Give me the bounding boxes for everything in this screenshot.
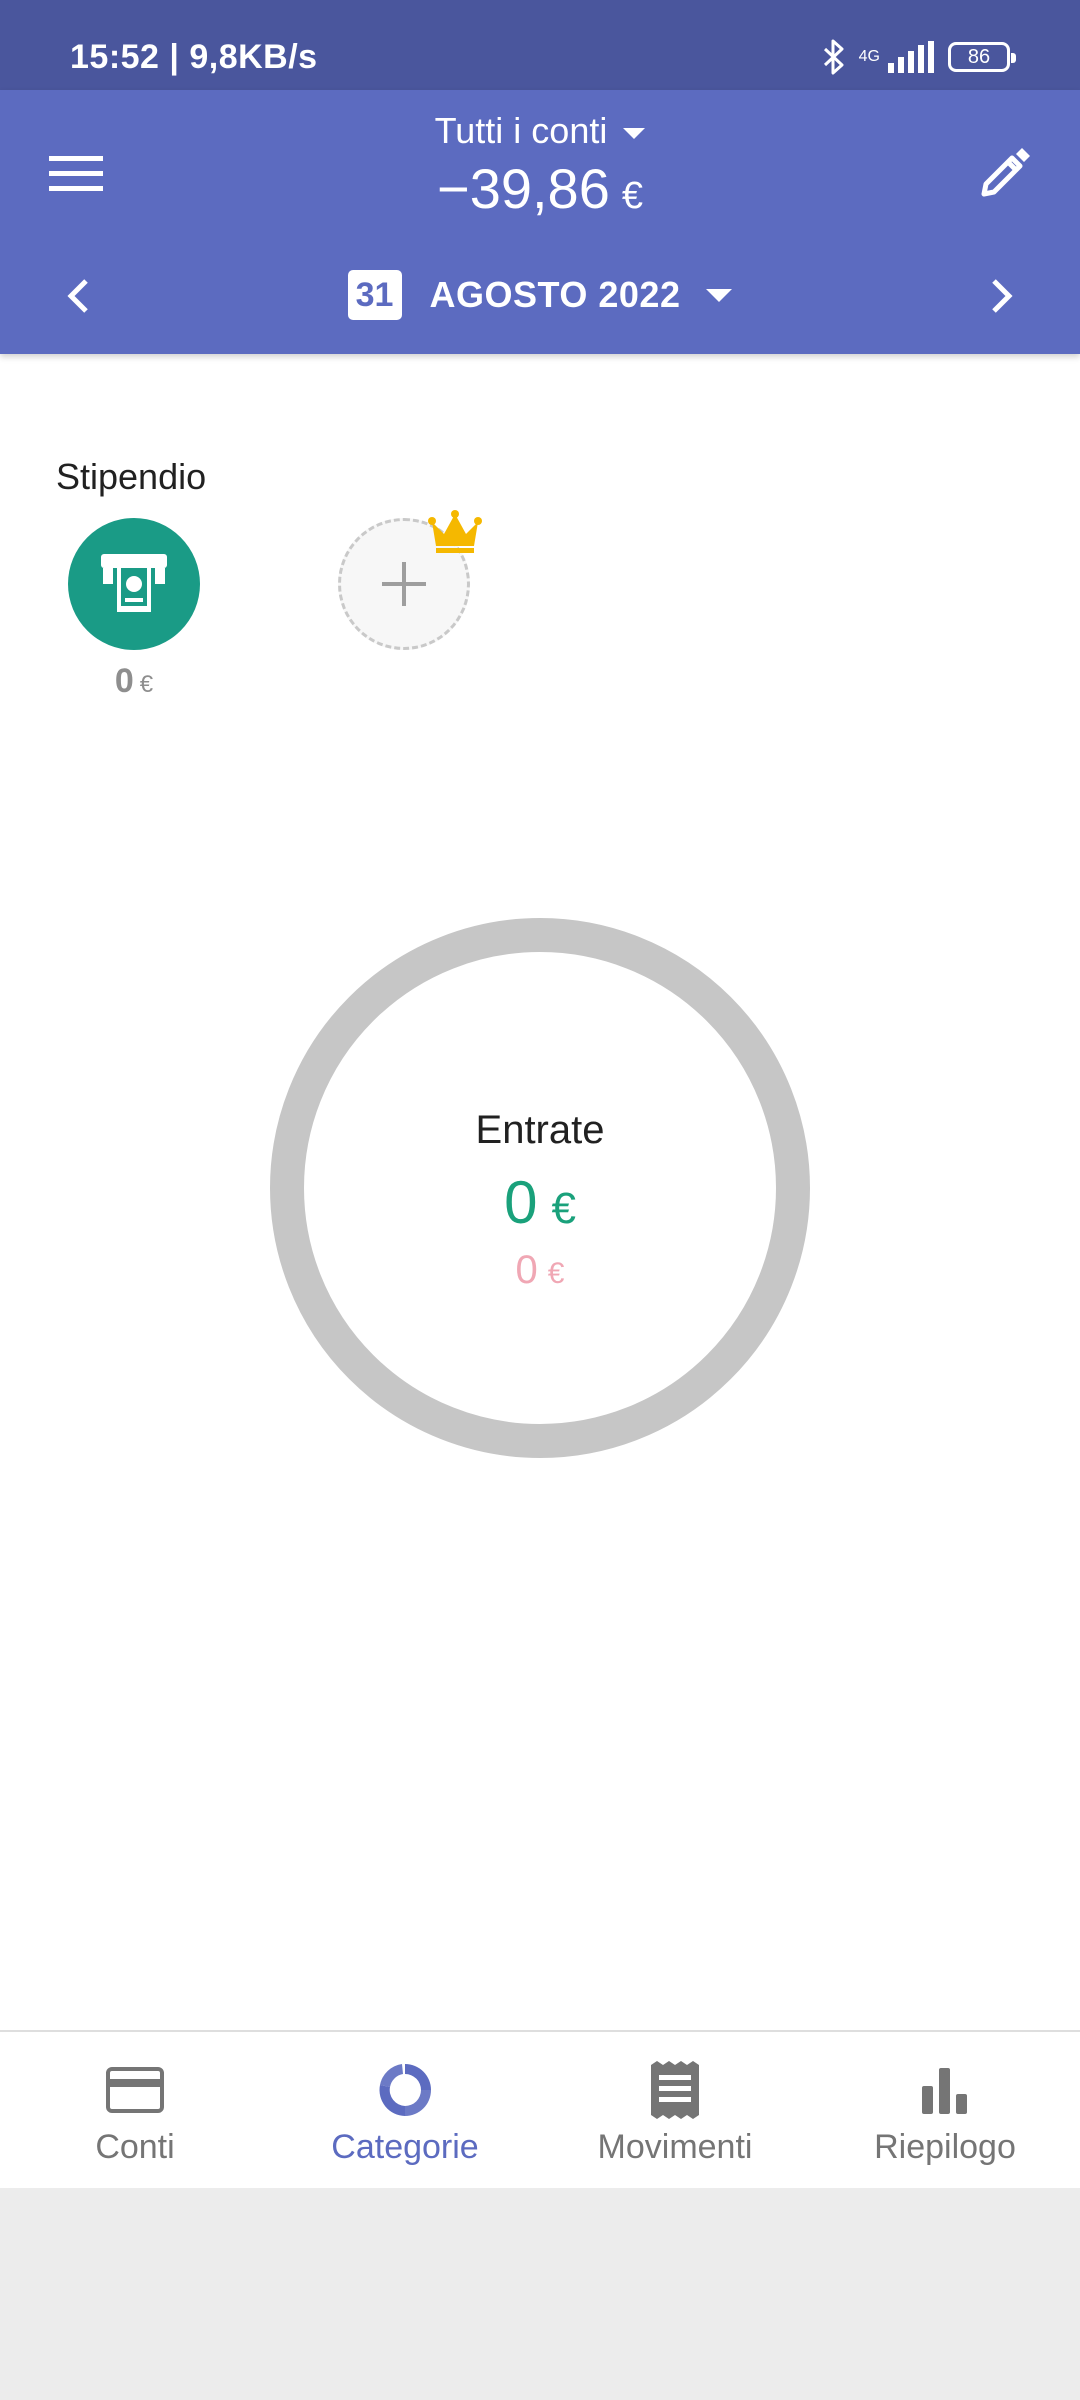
tab-conti-label: Conti [95, 2128, 175, 2166]
battery-icon: 86 [948, 42, 1016, 72]
tab-movimenti[interactable]: Movimenti [540, 2032, 810, 2188]
battery-level: 86 [967, 45, 991, 68]
balance-value: −39,86 [437, 157, 610, 220]
summary-title: Entrate [475, 1108, 605, 1152]
account-selector-label: Tutti i conti [434, 110, 608, 151]
status-time: 15:52 | 9,8KB/s [70, 38, 318, 76]
summary-secondary-number: 0 [515, 1248, 538, 1292]
credit-card-icon [106, 2067, 164, 2113]
summary-secondary-currency: € [547, 1257, 565, 1290]
tab-categorie[interactable]: Categorie [270, 2032, 540, 2188]
category-amount-value: 0 [114, 662, 134, 700]
total-balance: −39,86 € [0, 156, 1080, 221]
account-selector[interactable]: Tutti i conti [0, 110, 1080, 152]
signal-icon [888, 41, 934, 73]
calendar-day: 31 [355, 275, 394, 314]
summary-value-currency: € [551, 1184, 576, 1233]
balance-currency: € [621, 175, 643, 217]
period-dropdown-caret-icon [706, 288, 733, 302]
plus-icon [382, 562, 426, 606]
tab-categorie-label: Categorie [331, 2128, 479, 2166]
period-label: AGOSTO 2022 [429, 274, 681, 315]
edit-button[interactable] [968, 138, 1040, 210]
summary-value: 0 € [0, 1168, 1080, 1237]
category-icon-circle[interactable] [68, 518, 200, 650]
crown-icon [428, 510, 482, 553]
summary-value-number: 0 [504, 1169, 538, 1236]
category-amount-currency: € [139, 671, 154, 698]
chevron-right-icon [992, 279, 1013, 313]
donut-chart-icon [379, 2064, 431, 2116]
category-name: Stipendio [56, 456, 207, 497]
period-selector[interactable]: 31 AGOSTO 2022 [0, 260, 1080, 330]
atm-cash-icon [101, 554, 167, 612]
status-bar: 15:52 | 9,8KB/s 4G 86 [0, 0, 1080, 90]
app-header: Tutti i conti −39,86 € 31 AGOSTO 2022 [0, 90, 1080, 354]
bluetooth-icon [823, 39, 844, 75]
pencil-icon [981, 148, 1030, 197]
bottom-navigation: Conti Categorie Movimenti Riepilogo [0, 2030, 1080, 2190]
tab-conti[interactable]: Conti [0, 2032, 270, 2188]
network-type: 4G [858, 48, 880, 65]
next-period-button[interactable] [974, 268, 1030, 324]
tab-riepilogo-label: Riepilogo [874, 2128, 1016, 2166]
tab-riepilogo[interactable]: Riepilogo [810, 2032, 1080, 2188]
period-navigator: 31 AGOSTO 2022 [0, 260, 1080, 330]
receipt-icon [651, 2061, 699, 2119]
dropdown-caret-icon [623, 127, 646, 139]
bar-chart-icon [922, 2068, 967, 2114]
tab-movimenti-label: Movimenti [597, 2128, 753, 2166]
category-amount: 0 € [68, 662, 200, 701]
calendar-icon: 31 [347, 270, 402, 320]
summary-secondary-value: 0 € [0, 1248, 1080, 1293]
status-icons: 4G 86 [823, 36, 1016, 78]
system-navigation-area [0, 2188, 1080, 2400]
